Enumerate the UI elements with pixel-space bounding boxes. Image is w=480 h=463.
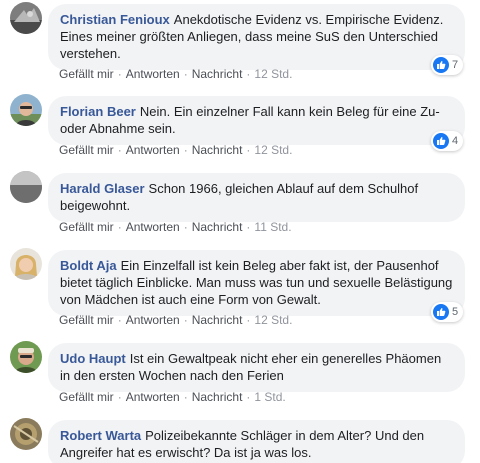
comment-actions: Gefällt mir · Antworten · Nachricht · 12 Std. xyxy=(59,67,292,81)
comment-timestamp[interactable]: 1 Std. xyxy=(254,390,285,404)
reaction-count-badge[interactable]: 5 xyxy=(431,302,464,322)
like-link[interactable]: Gefällt mir xyxy=(59,220,114,234)
separator: · xyxy=(117,390,122,404)
comment-timestamp[interactable]: 12 Std. xyxy=(254,143,292,157)
comment-timestamp[interactable]: 11 Std. xyxy=(254,220,291,234)
separator: · xyxy=(183,313,188,327)
reply-link[interactable]: Antworten xyxy=(126,220,180,234)
reply-link[interactable]: Antworten xyxy=(126,390,180,404)
comment-actions: Gefällt mir · Antworten · Nachricht · 1 Std. xyxy=(59,390,286,404)
comment-author[interactable]: Christian Fenioux xyxy=(60,12,170,27)
avatar[interactable] xyxy=(10,341,42,373)
comment-author[interactable]: Florian Beer xyxy=(60,104,136,119)
comment-actions: Gefällt mir · Antworten · Nachricht · 12 Std. xyxy=(59,143,292,157)
comment-bubble: Boldt Aja Ein Einzelfall ist kein Beleg a… xyxy=(48,250,465,316)
separator: · xyxy=(117,143,122,157)
separator: · xyxy=(117,313,122,327)
separator: · xyxy=(246,220,251,234)
like-icon xyxy=(433,57,449,73)
comment-bubble: Robert Warta Polizeibekannte Schläger in … xyxy=(48,420,465,463)
comment-author[interactable]: Udo Haupt xyxy=(60,351,126,366)
comment-timestamp[interactable]: 12 Std. xyxy=(254,313,292,327)
comment-bubble: Christian Fenioux Anekdotische Evidenz vs… xyxy=(48,4,465,70)
comment-timestamp[interactable]: 12 Std. xyxy=(254,67,292,81)
comment-author[interactable]: Robert Warta xyxy=(60,428,141,443)
reaction-count: 4 xyxy=(452,135,459,147)
separator: · xyxy=(117,67,122,81)
message-link[interactable]: Nachricht xyxy=(192,313,243,327)
message-link[interactable]: Nachricht xyxy=(192,143,243,157)
reaction-count-badge[interactable]: 4 xyxy=(431,131,464,151)
comment-text: Ein Einzelfall ist kein Beleg aber fakt … xyxy=(60,258,453,307)
avatar[interactable] xyxy=(10,171,42,203)
avatar[interactable] xyxy=(10,94,42,126)
like-icon xyxy=(433,133,449,149)
avatar[interactable] xyxy=(10,248,42,280)
separator: · xyxy=(246,67,251,81)
like-link[interactable]: Gefällt mir xyxy=(59,390,114,404)
message-link[interactable]: Nachricht xyxy=(192,67,243,81)
separator: · xyxy=(117,220,122,234)
message-link[interactable]: Nachricht xyxy=(192,220,243,234)
comment-bubble: Florian Beer Nein. Ein einzelner Fall kan… xyxy=(48,96,465,145)
like-link[interactable]: Gefällt mir xyxy=(59,67,114,81)
separator: · xyxy=(246,390,251,404)
comment-bubble: Harald Glaser Schon 1966, gleichen Ablauf… xyxy=(48,173,465,222)
separator: · xyxy=(183,390,188,404)
separator: · xyxy=(246,313,251,327)
separator: · xyxy=(183,67,188,81)
separator: · xyxy=(246,143,251,157)
reaction-count-badge[interactable]: 7 xyxy=(431,55,464,75)
reply-link[interactable]: Antworten xyxy=(126,67,180,81)
comment-actions: Gefällt mir · Antworten · Nachricht · 11 Std. xyxy=(59,220,292,234)
reaction-count: 5 xyxy=(452,306,459,318)
message-link[interactable]: Nachricht xyxy=(192,390,243,404)
like-link[interactable]: Gefällt mir xyxy=(59,313,114,327)
reaction-count: 7 xyxy=(452,59,459,71)
avatar[interactable] xyxy=(10,2,42,34)
reply-link[interactable]: Antworten xyxy=(126,313,180,327)
comment-bubble: Udo Haupt Ist ein Gewaltpeak nicht eher e… xyxy=(48,343,465,392)
comment-actions: Gefällt mir · Antworten · Nachricht · 12 Std. xyxy=(59,313,292,327)
like-link[interactable]: Gefällt mir xyxy=(59,143,114,157)
like-icon xyxy=(433,304,449,320)
separator: · xyxy=(183,143,188,157)
avatar[interactable] xyxy=(10,418,42,450)
separator: · xyxy=(183,220,188,234)
comment-author[interactable]: Boldt Aja xyxy=(60,258,117,273)
reply-link[interactable]: Antworten xyxy=(126,143,180,157)
comment-author[interactable]: Harald Glaser xyxy=(60,181,145,196)
